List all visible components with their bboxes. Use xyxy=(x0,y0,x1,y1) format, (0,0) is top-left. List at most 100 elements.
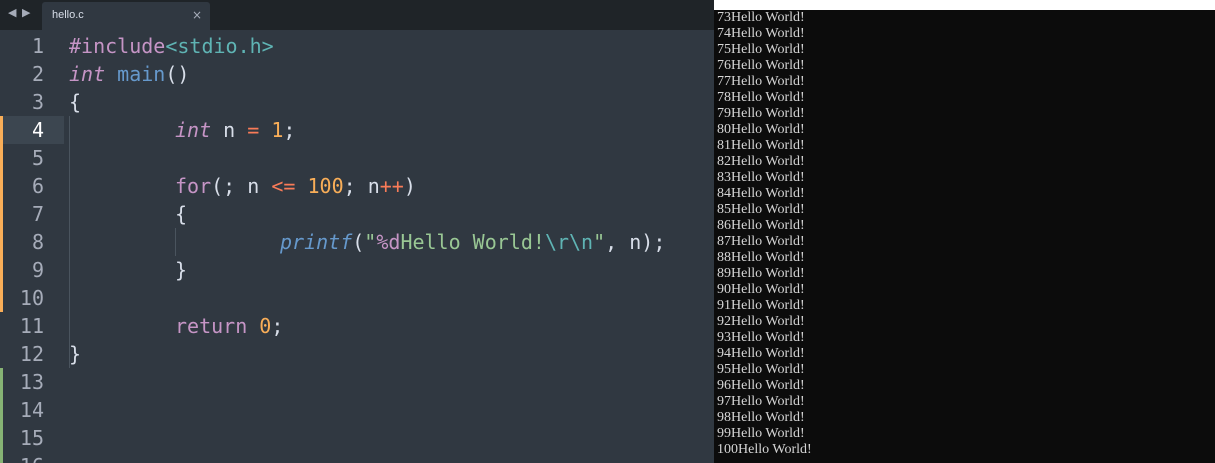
return-value: 0 xyxy=(259,314,272,338)
line-number: 9 xyxy=(31,258,44,282)
lte-operator: <= xyxy=(271,174,296,198)
include-header: <stdio.h> xyxy=(165,34,274,58)
init-value: 1 xyxy=(271,118,284,142)
printf-call: printf xyxy=(280,230,353,254)
console-line: 82Hello World! xyxy=(717,154,805,169)
console-line: 88Hello World! xyxy=(717,250,805,265)
for-keyword: for xyxy=(175,174,212,198)
line-number: 6 xyxy=(31,174,44,198)
console-title-bar[interactable] xyxy=(714,0,1215,10)
for-cond-a: (; n xyxy=(211,174,272,198)
var-type: int xyxy=(175,118,212,142)
line-number: 1 xyxy=(31,34,44,58)
code-editor[interactable]: ◀ ▶ hello.c × 12345678910111213141516 #i… xyxy=(0,0,714,463)
console-line: 99Hello World! xyxy=(717,426,805,441)
format-specifier: %d xyxy=(376,230,401,254)
console-window[interactable]: 73Hello World! 74Hello World! 75Hello Worl… xyxy=(714,0,1215,463)
open-brace: { xyxy=(69,90,82,114)
console-line: 76Hello World! xyxy=(717,58,805,73)
code-line-9: } xyxy=(175,256,187,284)
return-type: int xyxy=(69,62,106,86)
console-line: 81Hello World! xyxy=(717,138,805,153)
assign-operator: = xyxy=(247,118,260,142)
semicolon: ; xyxy=(271,314,284,338)
code-line-11: return 0; xyxy=(175,312,283,340)
return-keyword: return xyxy=(175,314,248,338)
console-line: 85Hello World! xyxy=(717,202,805,217)
console-line: 91Hello World! xyxy=(717,298,805,313)
console-line: 98Hello World! xyxy=(717,410,805,425)
increment-operator: ++ xyxy=(379,174,404,198)
line-number: 4 xyxy=(31,118,44,142)
escape-sequence: \r\n xyxy=(544,230,594,254)
console-line: 96Hello World! xyxy=(717,378,805,393)
console-line: 78Hello World! xyxy=(717,90,805,105)
string-text: Hello World! xyxy=(400,230,545,254)
code-line-12: } xyxy=(69,340,81,368)
for-close-paren: ) xyxy=(403,174,416,198)
console-line: 90Hello World! xyxy=(717,282,805,297)
tab-bar: ◀ ▶ hello.c × xyxy=(0,0,714,30)
console-line: 79Hello World! xyxy=(717,106,805,121)
console-line: 92Hello World! xyxy=(717,314,805,329)
line-number: 8 xyxy=(31,230,44,254)
line-number: 2 xyxy=(31,62,44,86)
code-line-3: { xyxy=(69,88,81,116)
console-line: 74Hello World! xyxy=(717,26,805,41)
added-line-marker xyxy=(0,368,3,463)
code-line-6: for(; n <= 100; n++) xyxy=(175,172,416,200)
line-number: 16 xyxy=(0,452,44,463)
indent-guide xyxy=(69,116,70,368)
call-open-paren: ( xyxy=(352,230,365,254)
line-number: 13 xyxy=(19,370,44,394)
string-quote: " xyxy=(364,230,377,254)
code-line-7: { xyxy=(175,200,187,228)
function-name: main xyxy=(117,62,166,86)
console-line: 73Hello World! xyxy=(717,10,805,25)
tab-back-icon[interactable]: ◀ xyxy=(8,6,16,19)
close-brace: } xyxy=(69,342,82,366)
tab-title: hello.c xyxy=(52,9,84,21)
code-line-2: int main() xyxy=(69,60,189,88)
semicolon: ; xyxy=(283,118,296,142)
console-line: 83Hello World! xyxy=(717,170,805,185)
modified-line-marker xyxy=(0,116,3,312)
console-line: 100Hello World! xyxy=(717,442,812,457)
indent-guide xyxy=(175,228,176,256)
loop-close-brace: } xyxy=(175,258,188,282)
var-name: n xyxy=(211,118,248,142)
tab-hello-c[interactable]: hello.c × xyxy=(42,2,210,30)
code-line-4: int n = 1; xyxy=(175,116,295,144)
line-number: 10 xyxy=(19,286,44,310)
close-icon[interactable]: × xyxy=(192,8,202,22)
console-line: 86Hello World! xyxy=(717,218,805,233)
line-number: 14 xyxy=(19,398,44,422)
line-number: 5 xyxy=(31,146,44,170)
tab-forward-icon[interactable]: ▶ xyxy=(22,6,30,19)
call-args-rest: , n); xyxy=(605,230,666,254)
code-line-8: printf("%dHello World!\r\n", n); xyxy=(280,228,665,256)
for-cond-b: ; n xyxy=(343,174,380,198)
include-directive: #include xyxy=(69,34,166,58)
console-line: 77Hello World! xyxy=(717,74,805,89)
console-line: 95Hello World! xyxy=(717,362,805,377)
line-number: 7 xyxy=(31,202,44,226)
console-line: 94Hello World! xyxy=(717,346,805,361)
console-line: 89Hello World! xyxy=(717,266,805,281)
line-number: 11 xyxy=(19,314,44,338)
line-number: 3 xyxy=(31,90,44,114)
console-line: 80Hello World! xyxy=(717,122,805,137)
console-line: 93Hello World! xyxy=(717,330,805,345)
console-line: 84Hello World! xyxy=(717,186,805,201)
console-line: 87Hello World! xyxy=(717,234,805,249)
function-parens: () xyxy=(165,62,190,86)
string-quote: " xyxy=(593,230,606,254)
line-number: 15 xyxy=(19,426,44,450)
console-line: 75Hello World! xyxy=(717,42,805,57)
loop-limit: 100 xyxy=(307,174,344,198)
code-line-1: #include<stdio.h> xyxy=(69,32,274,60)
console-line: 97Hello World! xyxy=(717,394,805,409)
loop-open-brace: { xyxy=(175,202,188,226)
